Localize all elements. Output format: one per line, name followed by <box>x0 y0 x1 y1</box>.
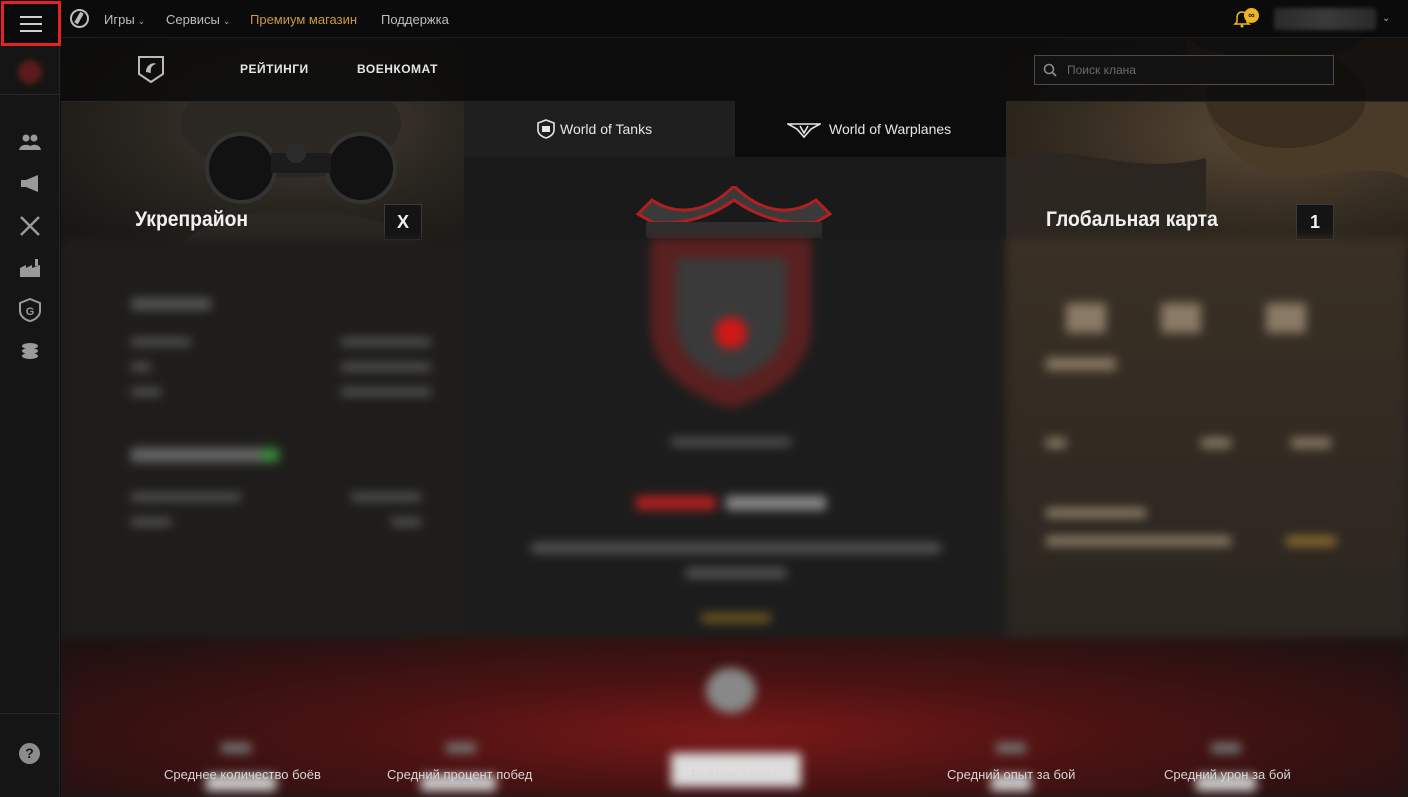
tab-world-of-tanks[interactable]: World of Tanks <box>464 101 735 157</box>
user-account-name[interactable] <box>1274 8 1376 30</box>
blurred-line <box>706 668 756 713</box>
nav-games-label: Игры <box>104 12 135 27</box>
nav-games[interactable]: Игры ⌄ <box>104 12 145 27</box>
factory-icon[interactable] <box>18 256 42 280</box>
nav-premium-shop[interactable]: Премиум магазин <box>250 12 357 27</box>
tab-recruitment[interactable]: ВОЕНКОМАТ <box>357 62 438 76</box>
blurred-line <box>1266 303 1306 333</box>
blurred-line <box>996 743 1026 753</box>
nav-services[interactable]: Сервисы ⌄ <box>166 12 230 27</box>
center-header <box>464 38 1006 102</box>
fort-panel-title: Укрепрайон <box>135 208 249 231</box>
wot-icon <box>537 119 555 139</box>
coins-stack-icon[interactable] <box>18 340 42 364</box>
blurred-line <box>671 438 791 446</box>
clan-avatar-icon[interactable] <box>18 60 42 84</box>
clan-portal-logo-icon[interactable] <box>136 54 166 84</box>
notification-badge[interactable]: ∞ <box>1244 8 1259 23</box>
blurred-line <box>1161 303 1201 333</box>
fort-level-badge: X <box>384 204 422 240</box>
blurred-line <box>131 338 191 346</box>
blurred-line <box>1201 438 1231 448</box>
chevron-down-icon: ⌄ <box>222 16 231 26</box>
blurred-line <box>1211 743 1241 753</box>
stat-avg-exp-label: Средний опыт за бой <box>947 767 1076 782</box>
sidebar-divider <box>0 713 60 714</box>
global-map-level-badge: 1 <box>1296 204 1334 240</box>
sidebar: G ? <box>0 38 60 797</box>
clan-nav: РЕЙТИНГИ ВОЕНКОМАТ <box>61 38 464 102</box>
blurred-line <box>131 298 211 310</box>
megaphone-icon[interactable] <box>18 171 42 195</box>
tab-world-of-warplanes-label: World of Warplanes <box>829 121 952 137</box>
blurred-line <box>341 338 431 346</box>
crossed-swords-icon[interactable] <box>18 214 42 238</box>
blurred-line <box>1046 358 1116 370</box>
hamburger-icon-bar <box>20 30 42 32</box>
hamburger-icon-bar <box>20 23 42 25</box>
blurred-line <box>131 448 271 462</box>
hamburger-menu-button[interactable] <box>1 1 61 46</box>
tab-world-of-tanks-label: World of Tanks <box>560 121 653 137</box>
clan-search-bar <box>1006 38 1408 102</box>
help-icon[interactable]: ? <box>19 743 40 764</box>
stat-avg-damage-label: Средний урон за бой <box>1164 767 1291 782</box>
blurred-line <box>131 363 151 371</box>
blurred-line <box>726 496 826 510</box>
top-bar: Игры ⌄ Сервисы ⌄ Премиум магазин Поддержка… <box>0 0 1408 38</box>
clan-search-input[interactable] <box>1067 56 1327 84</box>
blurred-line <box>1046 536 1231 546</box>
nav-support[interactable]: Поддержка <box>381 12 449 27</box>
blurred-line <box>636 496 716 510</box>
stat-avg-battles-label: Среднее количество боёв <box>164 767 321 782</box>
blurred-line <box>351 493 421 501</box>
blurred-line <box>131 493 241 501</box>
blurred-line <box>391 518 421 526</box>
svg-text:G: G <box>26 306 35 318</box>
blurred-line <box>341 363 431 371</box>
blurred-line <box>341 388 431 396</box>
blurred-line <box>221 743 251 753</box>
blurred-line <box>531 543 941 553</box>
global-map-panel-title: Глобальная карта <box>1046 208 1218 231</box>
blurred-line <box>1286 536 1336 546</box>
blurred-line <box>1291 438 1331 448</box>
wargaming-logo-icon[interactable] <box>70 9 89 28</box>
members-icon[interactable] <box>18 130 42 154</box>
global-map-stats-panel <box>1006 238 1408 658</box>
blurred-line <box>1066 303 1106 333</box>
nav-services-label: Сервисы <box>166 12 220 27</box>
stat-avg-winrate-label: Средний процент побед <box>387 767 533 782</box>
sidebar-divider <box>0 94 60 95</box>
blurred-line <box>446 743 476 753</box>
chevron-down-icon[interactable]: ⌄ <box>1382 13 1390 24</box>
wowp-icon <box>787 123 821 139</box>
search-icon <box>1043 63 1057 77</box>
stat-clan-rating-label: Рейтинг клана <box>691 767 778 782</box>
blurred-line <box>131 388 161 396</box>
shield-g-icon[interactable]: G <box>18 298 42 322</box>
clan-search-box[interactable] <box>1034 55 1334 85</box>
clan-emblem-icon <box>636 186 832 238</box>
blurred-line <box>131 518 171 526</box>
game-tabs: World of Tanks World of Warplanes <box>464 101 1006 157</box>
tab-world-of-warplanes[interactable]: World of Warplanes <box>735 101 1006 157</box>
clan-emblem-blurred <box>651 238 811 408</box>
blurred-line <box>701 613 771 623</box>
blurred-line <box>686 568 786 578</box>
blurred-line <box>261 448 279 462</box>
clan-page: РЕЙТИНГИ ВОЕНКОМАТ World of Tanks World … <box>61 38 1408 797</box>
tab-ratings[interactable]: РЕЙТИНГИ <box>240 62 309 76</box>
chevron-down-icon: ⌄ <box>137 16 146 26</box>
blurred-clan-content <box>61 238 1408 797</box>
hamburger-icon <box>20 16 42 18</box>
blurred-line <box>1046 438 1066 448</box>
blurred-line <box>1046 508 1146 518</box>
